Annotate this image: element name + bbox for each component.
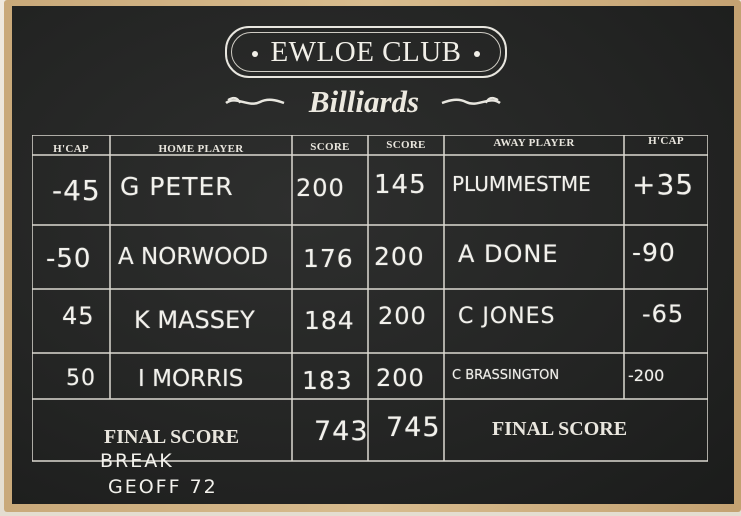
row4-score-home: 183 (302, 366, 353, 395)
final-score-label-away: FINAL SCORE (492, 418, 628, 440)
header-hcap-home: H'CAP (53, 143, 89, 155)
row2-score-away: 200 (374, 242, 425, 271)
final-score-label-home: FINAL SCORE (104, 426, 240, 448)
row1-hcap-away: +35 (632, 168, 695, 201)
final-total-home: 743 (314, 416, 369, 447)
row4-score-away: 200 (376, 364, 425, 392)
subtitle: Billiards (308, 84, 420, 119)
row2-hcap-away: -90 (632, 238, 676, 267)
break-label: BREAK (100, 450, 174, 472)
header-score-home: SCORE (310, 141, 350, 153)
dot-ornament (252, 50, 259, 57)
header-home-player: HOME PLAYER (158, 143, 244, 155)
row4-hcap-away: -200 (628, 366, 665, 385)
row1-score-away: 145 (374, 170, 427, 200)
row1-score-home: 200 (296, 174, 345, 202)
row3-hcap-away: -65 (642, 300, 685, 328)
row1-home-player: G PETER (120, 172, 234, 201)
row1-hcap-home: -45 (52, 174, 101, 207)
row4-hcap-home: 50 (66, 366, 96, 391)
row2-score-home: 176 (303, 244, 354, 273)
row4-home-player: I MORRIS (138, 366, 244, 392)
row3-hcap-home: 45 (62, 302, 95, 330)
row2-home-player: A NORWOOD (118, 244, 269, 270)
row3-home-player: K MASSEY (134, 306, 255, 334)
header-score-away: SCORE (386, 139, 426, 151)
row1-away-player: PLUMMESTME (452, 172, 591, 196)
header-hcap-away: H'CAP (648, 135, 684, 147)
chalkboard: EWLOE CLUB Billiards H'CAP HOME PLAYER S… (12, 6, 734, 504)
row2-hcap-home: -50 (46, 244, 92, 274)
right-flourish-icon (441, 96, 501, 105)
row3-score-away: 200 (378, 302, 427, 330)
left-flourish-icon (225, 96, 285, 105)
break-value: GEOFF 72 (108, 476, 218, 498)
final-total-away: 745 (386, 412, 441, 443)
club-name-badge: EWLOE CLUB (225, 26, 507, 78)
row4-away-player: C BRASSINGTON (452, 368, 560, 383)
header-away-player: AWAY PLAYER (493, 137, 575, 149)
row3-away-player: C JONES (458, 304, 556, 329)
dot-ornament (473, 50, 480, 57)
club-name: EWLOE CLUB (270, 35, 462, 68)
row2-away-player: A DONE (458, 240, 559, 268)
row3-score-home: 184 (304, 306, 355, 335)
